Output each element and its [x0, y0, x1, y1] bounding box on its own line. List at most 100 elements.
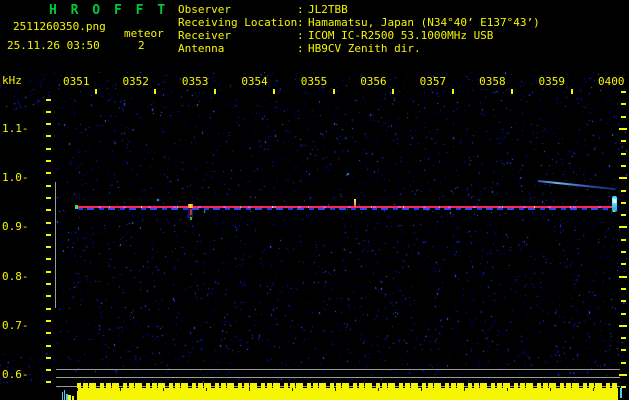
freq-dash: - [21, 368, 29, 381]
time-tick-label: 0359 [538, 75, 566, 88]
info-colon: : [297, 42, 304, 55]
station-info-row: Observer: JL2TBB [178, 3, 540, 16]
info-colon: : [297, 29, 304, 42]
time-tick-mark [95, 89, 97, 94]
freq-minor-tick-left [46, 147, 51, 150]
freq-tick-label: 0.8- [2, 270, 29, 283]
time-tick-mark [570, 89, 573, 94]
signal-strength-band-notches [77, 388, 618, 391]
freq-minor-tick-left [46, 123, 51, 126]
freq-minor-tick-left [46, 209, 51, 212]
freq-minor-tick-left [46, 135, 51, 138]
freq-tick-right [621, 164, 626, 167]
freq-minor-tick-left [46, 196, 51, 199]
info-colon: : [297, 3, 304, 16]
freq-tick-right [621, 300, 626, 303]
carrier-line-start [75, 205, 78, 209]
freq-unit-label: kHz [2, 74, 22, 87]
drifting-echo-blob-green [613, 210, 615, 212]
freq-tick-right [621, 238, 626, 241]
freq-minor-tick-left [46, 221, 51, 224]
freq-tick-right [621, 115, 626, 118]
freq-minor-tick-left [46, 246, 51, 249]
drifting-echo-blob-core [613, 199, 616, 203]
freq-tick-right [619, 374, 627, 376]
freq-tick-right [621, 103, 626, 106]
freq-minor-tick-left [46, 258, 51, 261]
freq-tick-right [619, 324, 627, 327]
freq-tick-right [619, 275, 627, 278]
freq-value: 0.7 [2, 318, 22, 332]
freq-tick-right [619, 226, 627, 229]
freq-minor-tick-left [46, 270, 51, 273]
freq-value: 0.8 [2, 269, 22, 283]
info-value: Hamamatsu, Japan (N34°40’ E137°43’) [308, 16, 540, 29]
freq-minor-tick-left [46, 160, 51, 162]
left-edge-line [55, 182, 56, 308]
freq-minor-tick-left [46, 295, 51, 298]
datetime-label: 25.11.26 03:50 [7, 39, 100, 52]
freq-tick-right [621, 263, 626, 266]
freq-minor-tick-left [46, 332, 51, 335]
freq-value: 1.1 [2, 122, 22, 135]
freq-minor-tick-left [46, 356, 51, 359]
freq-minor-tick-left [46, 172, 51, 175]
carrier-line-underside [78, 208, 614, 210]
freq-tick-right [621, 312, 626, 315]
freq-dash: - [21, 269, 29, 283]
time-tick-label: 0357 [419, 75, 447, 88]
meteor-echo-1-green-dot [190, 217, 192, 220]
freq-tick-right [621, 361, 626, 364]
freq-minor-tick-left [46, 283, 51, 285]
time-tick-label: 0356 [360, 75, 387, 88]
info-label: Observer [178, 3, 231, 16]
time-tick-label: 0352 [122, 75, 149, 88]
info-value: ICOM IC-R2500 53.1000MHz USB [308, 29, 494, 42]
freq-minor-tick-left [46, 307, 51, 310]
echo-count: 2 [138, 39, 145, 52]
time-tick-label: 0400 [597, 75, 625, 88]
info-value: HB9CV Zenith dir. [308, 42, 421, 55]
output-filename: 2511260350.png [13, 20, 106, 33]
app-title: H R O F F T [49, 3, 169, 18]
freq-dash: - [21, 171, 29, 185]
freq-tick-right [619, 177, 627, 180]
info-label: Receiving Location [178, 16, 298, 29]
freq-tick-label: 1.0- [2, 171, 29, 184]
time-tick-label: 0358 [479, 75, 506, 88]
time-tick-label: 0353 [181, 75, 209, 88]
grid-line-2 [56, 377, 620, 378]
freq-dash: - [21, 318, 29, 332]
band-left-cyan-spike [64, 390, 65, 400]
freq-tick-right [621, 140, 626, 143]
freq-value: 0.6 [2, 368, 22, 381]
info-colon: : [297, 16, 304, 29]
freq-tick-right [621, 189, 626, 192]
grid-line-1 [56, 369, 620, 370]
time-tick-mark [273, 89, 276, 94]
station-info-row: Antenna: HB9CV Zenith dir. [178, 42, 540, 55]
time-tick-mark [451, 89, 454, 94]
station-info-row: Receiving Location: Hamamatsu, Japan (N34… [178, 16, 540, 29]
freq-minor-tick-left [46, 369, 51, 372]
time-tick-mark [332, 89, 335, 94]
carrier-line-sparkle [80, 206, 610, 208]
freq-tick-right [621, 251, 626, 253]
time-tick-label: 0351 [63, 75, 90, 88]
freq-minor-tick-left [46, 344, 51, 347]
freq-tick-right [621, 214, 626, 217]
freq-minor-tick-left [46, 98, 51, 101]
freq-tick-label: 0.7- [2, 319, 29, 332]
freq-minor-tick-left [46, 233, 51, 236]
info-label: Receiver [178, 29, 231, 42]
time-tick-label: 0354 [241, 75, 268, 88]
station-info-block: Observer: JL2TBB Receiving Location: Hamama… [178, 3, 540, 55]
freq-minor-tick-left [46, 381, 51, 384]
freq-tick-right [621, 91, 626, 94]
freq-tick-right [621, 337, 626, 340]
freq-minor-tick-left [46, 110, 51, 113]
freq-tick-right [621, 152, 626, 155]
freq-value: 1.0 [2, 171, 22, 185]
time-tick-mark [392, 89, 395, 94]
freq-tick-right [621, 349, 626, 352]
